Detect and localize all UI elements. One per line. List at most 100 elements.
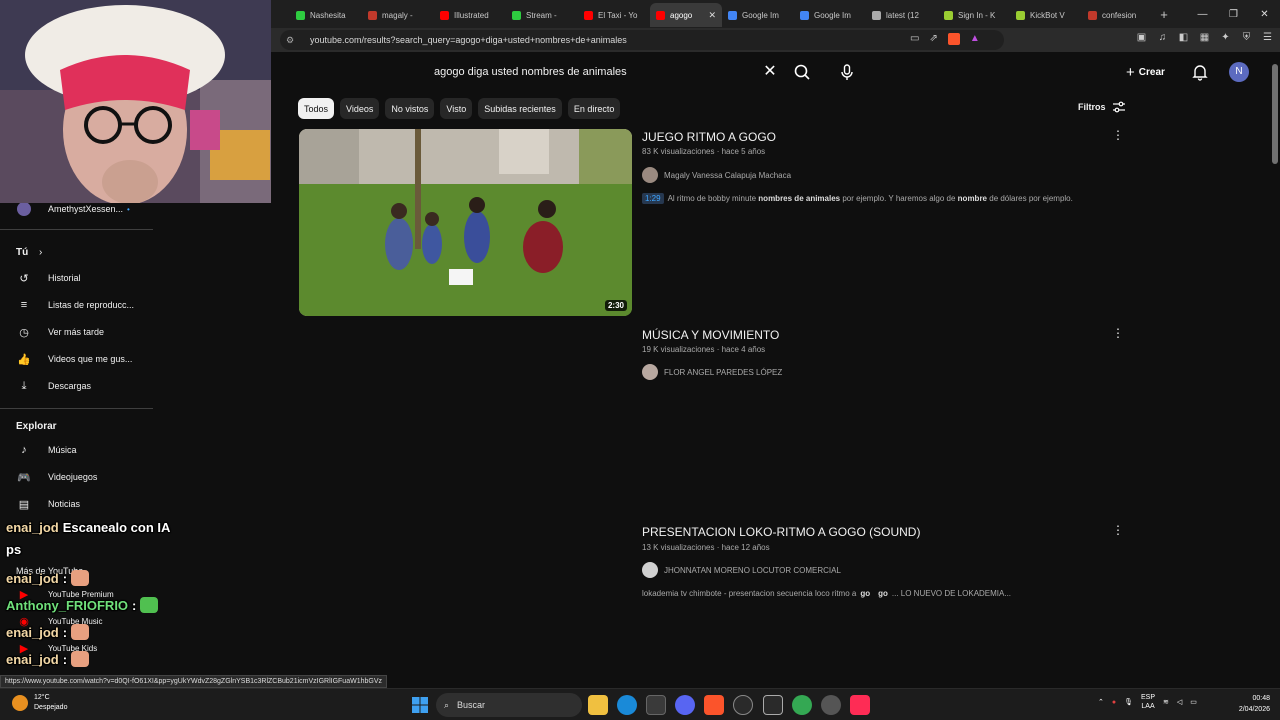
temperature: 12°C [34,694,50,701]
filter-chip[interactable]: En directo [567,98,621,119]
wifi-icon[interactable]: ≋ [1163,698,1169,706]
settings-icon[interactable] [821,695,841,715]
minimize-icon[interactable]: — [1187,9,1218,20]
desc-highlight: go [878,589,888,598]
filters-button[interactable]: Filtros [1078,101,1126,113]
more-actions-icon[interactable]: ⋮ [1112,523,1124,537]
battery-icon[interactable]: ▭ [1190,698,1197,706]
sidebar-item[interactable]: ♪ Música [0,439,160,461]
filter-chip[interactable]: Subidas recientes [478,98,562,119]
close-tab-icon[interactable]: ✕ [708,10,716,21]
tab-label: El Taxi - Yo [598,10,638,20]
browser-tab[interactable]: Google Im [722,3,794,27]
sidebar-item[interactable]: ≡ Listas de reproducc... [0,294,160,316]
browser-tab[interactable]: agogo ✕ [650,3,722,27]
video-title[interactable]: PRESENTACION LOKO-RITMO A GOGO (SOUND) [642,525,920,539]
browser-tab[interactable]: latest (12 [866,3,938,27]
create-button[interactable]: + Crear [1126,62,1165,82]
sidebar-item[interactable]: ⤓ Descargas [0,375,160,397]
weather-widget[interactable]: 12°C Despejado [12,693,67,713]
cast-icon[interactable]: ▭ [910,33,919,45]
mic-tray-icon[interactable]: 🎙 [1124,698,1133,706]
video-title[interactable]: MÚSICA Y MOVIMIENTO [642,328,779,342]
wallet-icon[interactable]: ▣ [1135,32,1148,46]
browser-tab[interactable]: Sign In - K [938,3,1010,27]
video-title[interactable]: JUEGO RITMO A GOGO [642,130,776,144]
music-icon[interactable]: ♫ [1156,32,1169,46]
page-scrollbar[interactable] [1270,56,1280,688]
browser-tab[interactable]: confesion [1082,3,1154,27]
chapter-timestamp[interactable]: 1:29 [642,193,664,204]
extensions-icon[interactable]: ▦ [1198,32,1211,46]
site-info-icon[interactable]: ⚙ [286,35,300,46]
filter-chip[interactable]: Todos [298,98,335,119]
filter-chip[interactable]: No vistos [385,98,435,119]
browser-tab[interactable]: El Taxi - Yo [578,3,650,27]
browser-tab[interactable]: magaly - [362,3,434,27]
sidebar-item[interactable]: ▤ Noticias [0,493,160,515]
filter-chip[interactable]: Visto [440,98,473,119]
sidebar-item-label: Música [48,445,77,455]
tab-label: Stream - [526,10,557,20]
leo-ai-icon[interactable]: ✦ [1219,32,1232,46]
volume-icon[interactable]: ◁ [1177,698,1182,706]
more-actions-icon[interactable]: ⋮ [1112,326,1124,340]
obs-icon[interactable] [733,695,753,715]
browser-tab[interactable]: Illustrated [434,3,506,27]
sidebar-item[interactable]: ◷ Ver más tarde [0,321,160,343]
url-field[interactable]: ⚙ youtube.com/results?search_query=agogo… [280,30,1004,50]
browser-tab[interactable]: Google Im [794,3,866,27]
store-icon[interactable] [646,695,666,715]
edge-icon[interactable] [617,695,637,715]
notifications-button[interactable] [1190,62,1210,82]
menu-icon[interactable]: ☰ [1261,32,1274,46]
capcut-icon[interactable] [763,695,783,715]
clear-search-icon[interactable]: ✕ [760,60,780,84]
scrollbar-thumb[interactable] [1272,64,1278,164]
filters-label: Filtros [1078,102,1106,112]
video-meta: 83 K visualizaciones · hace 5 años [642,147,766,156]
close-window-icon[interactable]: ✕ [1249,9,1280,20]
vpn-icon[interactable]: ⛨ [1240,32,1253,46]
channel-link[interactable]: FLOR ANGEL PAREDES LÓPEZ [642,364,782,380]
tiktok-icon[interactable] [850,695,870,715]
thumbnail-image [299,129,632,316]
clock[interactable]: 00:48 2/04/2026 [1224,693,1270,715]
brave-shield-icon[interactable] [947,33,960,45]
share-icon[interactable]: ⇗ [929,33,937,45]
search-button[interactable] [788,58,816,86]
clock-icon: ◷ [19,326,29,339]
new-tab-button[interactable]: + [1154,7,1174,22]
discord-icon[interactable] [675,695,695,715]
sidebar-item[interactable]: ↺ Historial [0,267,160,289]
restore-icon[interactable]: ❐ [1218,9,1249,20]
browser-tab[interactable]: Nashesita [290,3,362,27]
voice-search-button[interactable] [833,58,861,86]
browser-tab[interactable]: KickBot V [1010,3,1082,27]
rewards-icon[interactable]: ▲ [970,33,980,45]
microphone-icon [841,64,853,80]
chevron-up-icon[interactable]: ⌃ [1098,698,1104,706]
tab-favicon [728,10,737,20]
filter-chip[interactable]: Videos [340,98,380,119]
channel-link[interactable]: Magaly Vanessa Calapuja Machaca [642,167,791,183]
you-header[interactable]: Tú › [16,247,42,258]
file-explorer-icon[interactable] [588,695,608,715]
tray-app-icon[interactable]: ● [1112,699,1116,706]
taskbar-search[interactable]: ⌕ Buscar [436,693,582,717]
chrome-icon[interactable] [792,695,812,715]
search-input[interactable]: agogo diga usted nombres de animales [424,58,785,86]
more-actions-icon[interactable]: ⋮ [1112,128,1124,142]
language-indicator[interactable]: ESP LAA [1141,693,1155,711]
channel-link[interactable]: JHONNATAN MORENO LOCUTOR COMERCIAL [642,562,841,578]
start-button[interactable] [410,695,430,715]
gamepad-icon: 🎮 [17,471,31,484]
brave-icon[interactable] [704,695,724,715]
account-avatar[interactable]: N [1229,62,1249,82]
browser-tab[interactable]: Stream - [506,3,578,27]
chat-username: Anthony_FRIOFRIO [6,597,129,613]
sidebar-toggle-icon[interactable]: ◧ [1177,32,1190,46]
sidebar-item[interactable]: 🎮 Videojuegos [0,466,160,488]
video-thumbnail[interactable]: 2:30 [299,129,632,316]
sidebar-item[interactable]: 👍 Videos que me gus... [0,348,160,370]
